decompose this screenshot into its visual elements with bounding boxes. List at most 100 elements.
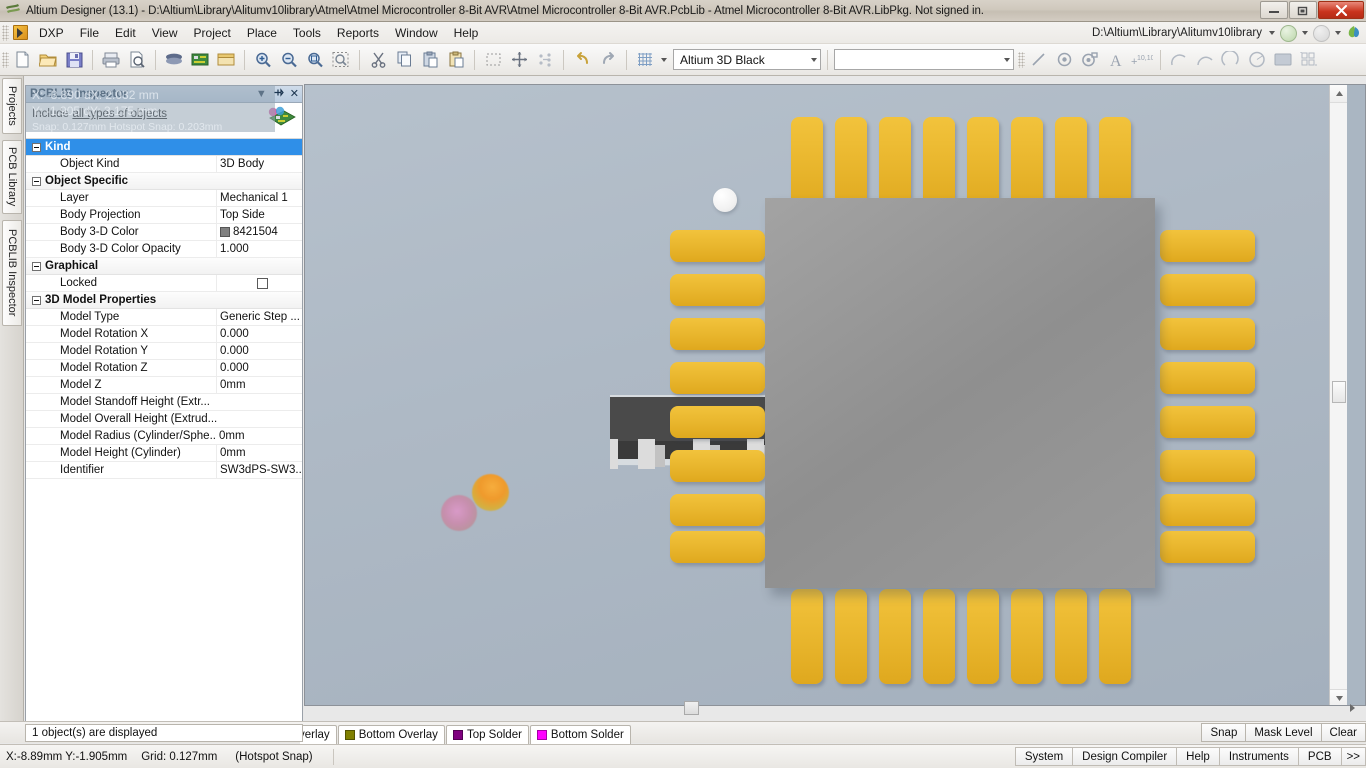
- table-row[interactable]: Layer Mechanical 1: [26, 190, 302, 207]
- pad-right-4[interactable]: [1160, 362, 1255, 394]
- line-icon[interactable]: [1026, 48, 1050, 72]
- align-icon[interactable]: [533, 48, 557, 72]
- menu-item-window[interactable]: Window: [387, 23, 446, 43]
- maximize-restore-button[interactable]: [1289, 1, 1317, 19]
- pad-right-8[interactable]: [1160, 531, 1255, 563]
- panel-button-design-compiler[interactable]: Design Compiler: [1072, 747, 1177, 766]
- inspector-group-graphical[interactable]: Graphical: [26, 258, 302, 275]
- panel-button-instruments[interactable]: Instruments: [1218, 747, 1298, 766]
- pcb-3d-canvas[interactable]: [305, 85, 1347, 705]
- pad-left-2[interactable]: [670, 274, 765, 306]
- inspector-group-3d-model-properties[interactable]: 3D Model Properties: [26, 292, 302, 309]
- pad-bottom-1[interactable]: [791, 589, 823, 684]
- menu-item-dxp[interactable]: DXP: [31, 23, 72, 43]
- pad-right-2[interactable]: [1160, 274, 1255, 306]
- table-row[interactable]: Body 3-D Color Opacity 1.000: [26, 241, 302, 258]
- pad-bottom-6[interactable]: [1011, 589, 1043, 684]
- pad-right-6[interactable]: [1160, 450, 1255, 482]
- table-row[interactable]: Body Projection Top Side: [26, 207, 302, 224]
- menu-item-reports[interactable]: Reports: [329, 23, 387, 43]
- property-value[interactable]: Top Side: [216, 207, 302, 223]
- menu-item-project[interactable]: Project: [186, 23, 239, 43]
- property-value[interactable]: Generic Step ...: [216, 309, 302, 325]
- pad-left-1[interactable]: [670, 230, 765, 262]
- path-dropdown-icon[interactable]: [1269, 31, 1275, 35]
- minimize-button[interactable]: [1260, 1, 1288, 19]
- pink-sphere-model[interactable]: [441, 495, 477, 531]
- snap-button[interactable]: Snap: [1201, 723, 1246, 742]
- panel-button-overflow[interactable]: >>: [1340, 747, 1366, 766]
- table-row[interactable]: Model Standoff Height (Extr...: [26, 394, 302, 411]
- sidebar-tab-projects[interactable]: Projects: [2, 78, 22, 134]
- menu-item-edit[interactable]: Edit: [107, 23, 144, 43]
- zoom-in-icon[interactable]: [251, 48, 275, 72]
- qfp-3d-body[interactable]: [765, 198, 1155, 588]
- new-document-icon[interactable]: [10, 48, 34, 72]
- mask-level-button[interactable]: Mask Level: [1245, 723, 1321, 742]
- move-icon[interactable]: [507, 48, 531, 72]
- pad-bottom-8[interactable]: [1099, 589, 1131, 684]
- inspector-group-kind[interactable]: Kind: [26, 139, 302, 156]
- menu-item-file[interactable]: File: [72, 23, 107, 43]
- arc-edge-icon[interactable]: [1193, 48, 1217, 72]
- table-row[interactable]: Body 3-D Color 8421504: [26, 224, 302, 241]
- layer-stack-icon[interactable]: [162, 48, 186, 72]
- paste-special-icon[interactable]: [444, 48, 468, 72]
- sidebar-tab-pcb-library[interactable]: PCB Library: [2, 140, 22, 214]
- pad-left-3[interactable]: [670, 318, 765, 350]
- zoom-area-icon[interactable]: [303, 48, 327, 72]
- pad-bottom-2[interactable]: [835, 589, 867, 684]
- table-row[interactable]: Identifier SW3dPS-SW3...: [26, 462, 302, 479]
- table-row[interactable]: Model Radius (Cylinder/Sphe... 0mm: [26, 428, 302, 445]
- navigate-forward-dropdown-icon[interactable]: [1335, 31, 1341, 35]
- coordinate-icon[interactable]: +10,10: [1130, 48, 1154, 72]
- board-icon[interactable]: [188, 48, 212, 72]
- redo-icon[interactable]: [596, 48, 620, 72]
- layer-combo[interactable]: [834, 49, 1014, 70]
- sidebar-tab-pcblib-inspector[interactable]: PCBLIB Inspector: [2, 220, 22, 326]
- close-icon[interactable]: ✕: [290, 88, 299, 101]
- pad-icon[interactable]: [1078, 48, 1102, 72]
- scroll-right-arrow-icon[interactable]: [1350, 704, 1355, 712]
- panel-button-system[interactable]: System: [1014, 747, 1073, 766]
- pad-right-5[interactable]: [1160, 406, 1255, 438]
- pad-bottom-3[interactable]: [879, 589, 911, 684]
- collapse-icon[interactable]: [32, 176, 41, 186]
- pad-right-3[interactable]: [1160, 318, 1255, 350]
- pad-right-7[interactable]: [1160, 494, 1255, 526]
- property-value[interactable]: [236, 394, 302, 410]
- paste-icon[interactable]: [418, 48, 442, 72]
- select-region-icon[interactable]: [481, 48, 505, 72]
- property-value[interactable]: SW3dPS-SW3...: [216, 462, 302, 478]
- pad-left-7[interactable]: [670, 494, 765, 526]
- panel-button-help[interactable]: Help: [1176, 747, 1219, 766]
- pad-left-5[interactable]: [670, 406, 765, 438]
- table-row[interactable]: Model Rotation Y 0.000: [26, 343, 302, 360]
- panel-button-pcb[interactable]: PCB: [1297, 747, 1341, 766]
- pad-bottom-7[interactable]: [1055, 589, 1087, 684]
- toolbar2-drag-grip[interactable]: [1018, 51, 1025, 68]
- property-value[interactable]: 0mm: [216, 445, 302, 461]
- orange-sphere-model[interactable]: [472, 474, 509, 511]
- property-value-checkbox[interactable]: [216, 275, 302, 291]
- table-row[interactable]: Model Rotation Z 0.000: [26, 360, 302, 377]
- menu-item-view[interactable]: View: [144, 23, 186, 43]
- locked-checkbox[interactable]: [257, 277, 268, 289]
- property-value[interactable]: 0.000: [216, 326, 302, 342]
- collapse-icon[interactable]: [32, 261, 41, 271]
- property-value[interactable]: [236, 411, 302, 427]
- menu-drag-grip[interactable]: [2, 24, 9, 41]
- property-value[interactable]: Mechanical 1: [216, 190, 302, 206]
- navigate-forward-icon[interactable]: [1313, 24, 1330, 42]
- layer-tab-top-solder[interactable]: Top Solder: [445, 725, 529, 744]
- include-scope-link[interactable]: all types of objects: [72, 108, 167, 120]
- color-swatch[interactable]: [220, 227, 230, 237]
- library-icon[interactable]: [214, 48, 238, 72]
- inspector-group-object-specific[interactable]: Object Specific: [26, 173, 302, 190]
- navigate-back-dropdown-icon[interactable]: [1302, 31, 1308, 35]
- zoom-out-icon[interactable]: [277, 48, 301, 72]
- string-icon[interactable]: A: [1104, 48, 1128, 72]
- pad-left-8[interactable]: [670, 531, 765, 563]
- clear-button[interactable]: Clear: [1320, 723, 1366, 742]
- print-preview-icon[interactable]: [125, 48, 149, 72]
